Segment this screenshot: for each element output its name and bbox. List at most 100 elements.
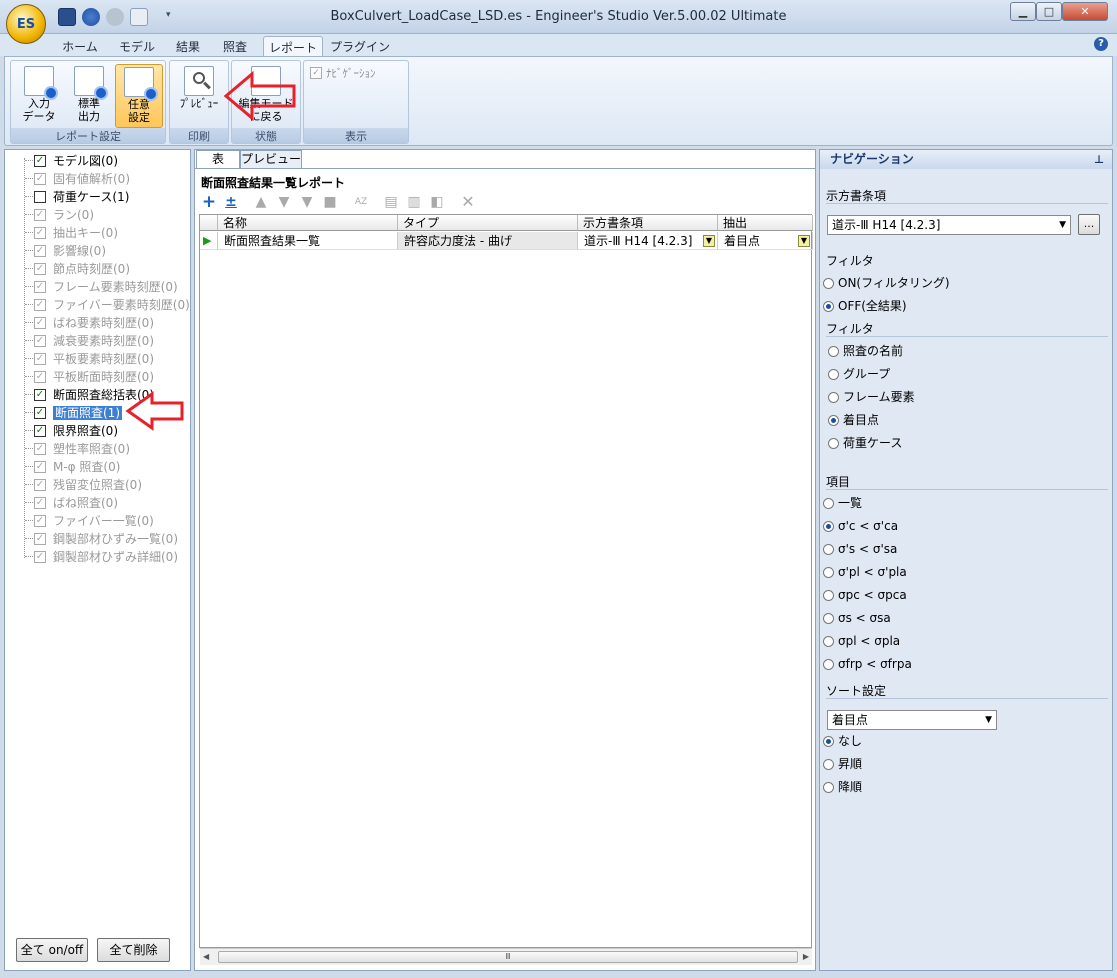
tree-item[interactable]: ✓ ばね照査(0) [5, 494, 190, 512]
scroll-right-icon[interactable]: ▶ [803, 952, 809, 961]
radio-circle[interactable] [823, 736, 834, 747]
tree-checkbox[interactable]: ✓ [34, 425, 46, 437]
table-row[interactable]: 許容応力度法 - 曲げ [398, 232, 578, 250]
radio-circle[interactable] [823, 544, 834, 555]
column-header-clause[interactable]: 示方書条項 [578, 215, 718, 231]
input-data-button[interactable]: 入力 データ [15, 64, 63, 128]
tree-item[interactable]: 荷重ケース(1) [5, 188, 190, 206]
tree-checkbox[interactable]: ✓ [34, 515, 46, 527]
check-item-radio[interactable]: 一覧 [823, 492, 1108, 515]
tree-item[interactable]: ✓ フレーム要素時刻歴(0) [5, 278, 190, 296]
filter-target-radio[interactable]: フレーム要素 [828, 386, 1108, 409]
table-row[interactable]: 断面照査結果一覧 [218, 232, 398, 250]
maximize-button[interactable]: □ [1036, 2, 1062, 21]
check-item-radio[interactable]: σ'c < σ'ca [823, 515, 1108, 538]
tree-checkbox[interactable]: ✓ [34, 263, 46, 275]
tab-results[interactable]: 結果 [168, 36, 208, 56]
radio-circle[interactable] [823, 521, 834, 532]
standard-output-button[interactable]: 標準 出力 [65, 64, 113, 128]
move-top-icon[interactable]: ■ [321, 192, 339, 212]
radio-circle[interactable] [828, 369, 839, 380]
all-toggle-button[interactable]: 全て on/off [16, 938, 88, 962]
sort-icon[interactable]: AZ [352, 192, 370, 212]
tab-check[interactable]: 照査 [215, 36, 255, 56]
radio-circle[interactable] [828, 438, 839, 449]
horizontal-scrollbar[interactable]: ◀ Ⅲ ▶ [200, 948, 812, 965]
tree-item[interactable]: ✓ ファイバー要素時刻歴(0) [5, 296, 190, 314]
tree-checkbox[interactable]: ✓ [34, 407, 46, 419]
check-item-radio[interactable]: σ'pl < σ'pla [823, 561, 1108, 584]
tree-checkbox[interactable]: ✓ [34, 479, 46, 491]
tree-item[interactable]: ✓ 残留変位照査(0) [5, 476, 190, 494]
check-item-radio[interactable]: σ's < σ'sa [823, 538, 1108, 561]
paste-insert-icon[interactable]: ◧ [428, 192, 446, 212]
add-row-icon[interactable]: + [200, 192, 218, 212]
tree-checkbox[interactable]: ✓ [34, 371, 46, 383]
pin-icon[interactable]: ⊥ [1094, 150, 1104, 169]
tree-item[interactable]: ✓ ばね要素時刻歴(0) [5, 314, 190, 332]
delete-icon[interactable]: ✕ [459, 192, 477, 212]
tree-checkbox[interactable]: ✓ [34, 245, 46, 257]
radio-circle[interactable] [823, 613, 834, 624]
column-header-extract[interactable]: 抽出 [718, 215, 813, 231]
table-row[interactable]: 着目点 ▼ [718, 232, 813, 250]
filter-mode-radio[interactable]: ON(フィルタリング) [823, 272, 1108, 295]
radio-circle[interactable] [823, 759, 834, 770]
sort-order-radio[interactable]: 降順 [823, 776, 1105, 799]
radio-circle[interactable] [828, 392, 839, 403]
close-button[interactable]: ✕ [1062, 2, 1108, 21]
tree-checkbox[interactable]: ✓ [34, 227, 46, 239]
insert-row-icon[interactable]: ± [222, 192, 240, 212]
custom-settings-button[interactable]: 任意 設定 [115, 64, 163, 128]
move-up-icon[interactable]: ▲ [252, 192, 270, 212]
radio-circle[interactable] [823, 659, 834, 670]
radio-circle[interactable] [828, 415, 839, 426]
clause-select[interactable]: 道示-Ⅲ H14 [4.2.3] ▼ [827, 215, 1071, 235]
check-item-radio[interactable]: σs < σsa [823, 607, 1108, 630]
tree-item[interactable]: ✓ 鋼製部材ひずみ一覧(0) [5, 530, 190, 548]
tree-checkbox[interactable]: ✓ [34, 389, 46, 401]
tree-item[interactable]: ✓ モデル図(0) [5, 152, 190, 170]
chevron-down-icon[interactable]: ▼ [798, 235, 810, 247]
radio-circle[interactable] [823, 636, 834, 647]
tree-checkbox[interactable]: ✓ [34, 353, 46, 365]
column-header-type[interactable]: タイプ [398, 215, 578, 231]
tree-checkbox[interactable]: ✓ [34, 281, 46, 293]
scroll-thumb[interactable]: Ⅲ [218, 951, 798, 963]
tab-preview[interactable]: プレビュー [240, 150, 302, 168]
tab-plugin[interactable]: プラグイン [328, 36, 392, 56]
tree-item[interactable]: ✓ 減衰要素時刻歴(0) [5, 332, 190, 350]
radio-circle[interactable] [823, 782, 834, 793]
tab-model[interactable]: モデル [112, 36, 162, 56]
filter-mode-radio[interactable]: OFF(全結果) [823, 295, 1108, 318]
radio-circle[interactable] [823, 301, 834, 312]
navigation-checkbox[interactable]: ✓ ﾅﾋﾞｹﾞｰｼｮﾝ [310, 67, 376, 80]
chevron-down-icon[interactable]: ▼ [703, 235, 715, 247]
tree-checkbox[interactable]: ✓ [34, 443, 46, 455]
tree-checkbox[interactable]: ✓ [34, 335, 46, 347]
tab-table[interactable]: 表 [196, 150, 240, 169]
sort-order-radio[interactable]: なし [823, 730, 1105, 753]
table-row[interactable]: 道示-Ⅲ H14 [4.2.3] ▼ [578, 232, 718, 250]
tree-item[interactable]: ✓ 影響線(0) [5, 242, 190, 260]
tab-home[interactable]: ホーム [55, 36, 105, 56]
tree-item[interactable]: ✓ 塑性率照査(0) [5, 440, 190, 458]
radio-circle[interactable] [823, 498, 834, 509]
help-icon[interactable]: ? [1094, 37, 1108, 51]
filter-target-radio[interactable]: グループ [828, 363, 1108, 386]
tree-item[interactable]: ✓ 節点時刻歴(0) [5, 260, 190, 278]
tree-checkbox[interactable]: ✓ [34, 209, 46, 221]
tree-checkbox[interactable]: ✓ [34, 317, 46, 329]
tree-checkbox[interactable] [34, 191, 46, 203]
tree-item[interactable]: ✓ 抽出キー(0) [5, 224, 190, 242]
check-item-radio[interactable]: σfrp < σfrpa [823, 653, 1108, 676]
move-down-icon[interactable]: ▼ [275, 192, 293, 212]
tree-checkbox[interactable]: ✓ [34, 461, 46, 473]
tree-checkbox[interactable]: ✓ [34, 173, 46, 185]
preview-button[interactable]: ﾌﾟﾚﾋﾞｭｰ [172, 64, 226, 128]
clause-ellipsis-button[interactable]: ... [1078, 214, 1100, 235]
delete-all-button[interactable]: 全て削除 [97, 938, 170, 962]
check-item-radio[interactable]: σpl < σpla [823, 630, 1108, 653]
tree-item[interactable]: ✓ M-φ 照査(0) [5, 458, 190, 476]
radio-circle[interactable] [828, 346, 839, 357]
